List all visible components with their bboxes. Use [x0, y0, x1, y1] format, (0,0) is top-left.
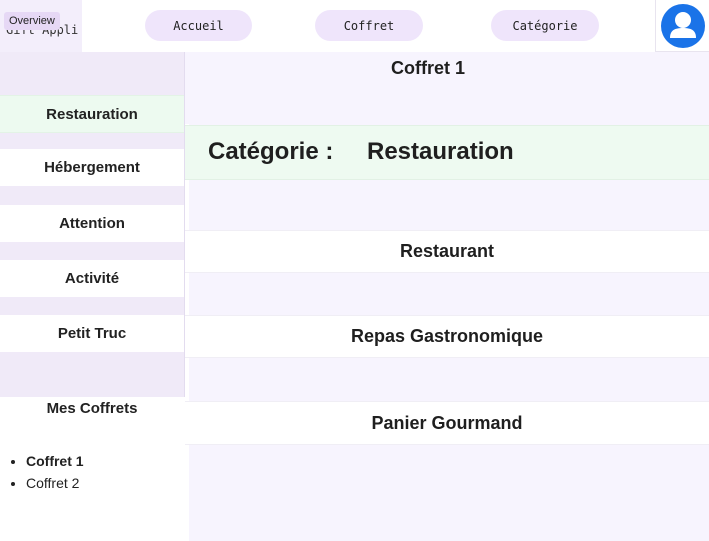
- nav-categorie-button[interactable]: Catégorie: [491, 10, 599, 41]
- sidebar-spacer: [0, 131, 184, 149]
- sidebar-item-activite[interactable]: Activité: [0, 260, 184, 297]
- category-label: Catégorie :: [208, 138, 334, 165]
- product-card-panier-gourmand[interactable]: Panier Gourmand: [185, 401, 709, 445]
- product-card-label: Panier Gourmand: [371, 412, 523, 433]
- user-avatar-icon: [670, 11, 696, 38]
- user-avatar-button[interactable]: [655, 0, 709, 52]
- sidebar-item-label: Hébergement: [44, 159, 140, 176]
- sidebar-spacer: [0, 352, 184, 397]
- product-card-restaurant[interactable]: Restaurant: [185, 230, 709, 273]
- my-box-item-coffret-1[interactable]: Coffret 1: [26, 450, 84, 472]
- category-value: Restauration: [367, 138, 514, 165]
- avatar: [661, 3, 705, 48]
- overview-badge: Overview: [4, 12, 60, 30]
- sidebar-spacer: [0, 52, 184, 95]
- my-box-item-coffret-2[interactable]: Coffret 2: [26, 472, 84, 494]
- sidebar-item-restauration[interactable]: Restauration: [0, 95, 184, 133]
- sidebar-spacer: [0, 242, 184, 260]
- product-card-repas-gastronomique[interactable]: Repas Gastronomique: [185, 315, 709, 358]
- product-card-label: Repas Gastronomique: [350, 326, 544, 346]
- sidebar-item-petit-truc[interactable]: Petit Truc: [0, 315, 184, 352]
- sidebar-spacer: [0, 186, 184, 205]
- sidebar-item-hebergement[interactable]: Hébergement: [0, 149, 184, 186]
- sidebar-item-attention[interactable]: Attention: [0, 205, 184, 242]
- my-boxes-heading: Mes Coffrets: [46, 400, 138, 417]
- sidebar-spacer: [0, 297, 184, 315]
- page-title: Coffret 1: [390, 58, 465, 78]
- nav-accueil-button[interactable]: Accueil: [145, 10, 252, 41]
- nav-coffret-button[interactable]: Coffret: [315, 10, 423, 41]
- sidebar-item-label: Restauration: [46, 105, 138, 123]
- product-card-label: Restaurant: [399, 241, 495, 261]
- my-boxes-list: Coffret 1 Coffret 2: [10, 450, 84, 494]
- sidebar-item-label: Petit Truc: [57, 325, 127, 342]
- sidebar-item-label: Activité: [64, 270, 120, 287]
- sidebar-item-label: Attention: [59, 215, 125, 232]
